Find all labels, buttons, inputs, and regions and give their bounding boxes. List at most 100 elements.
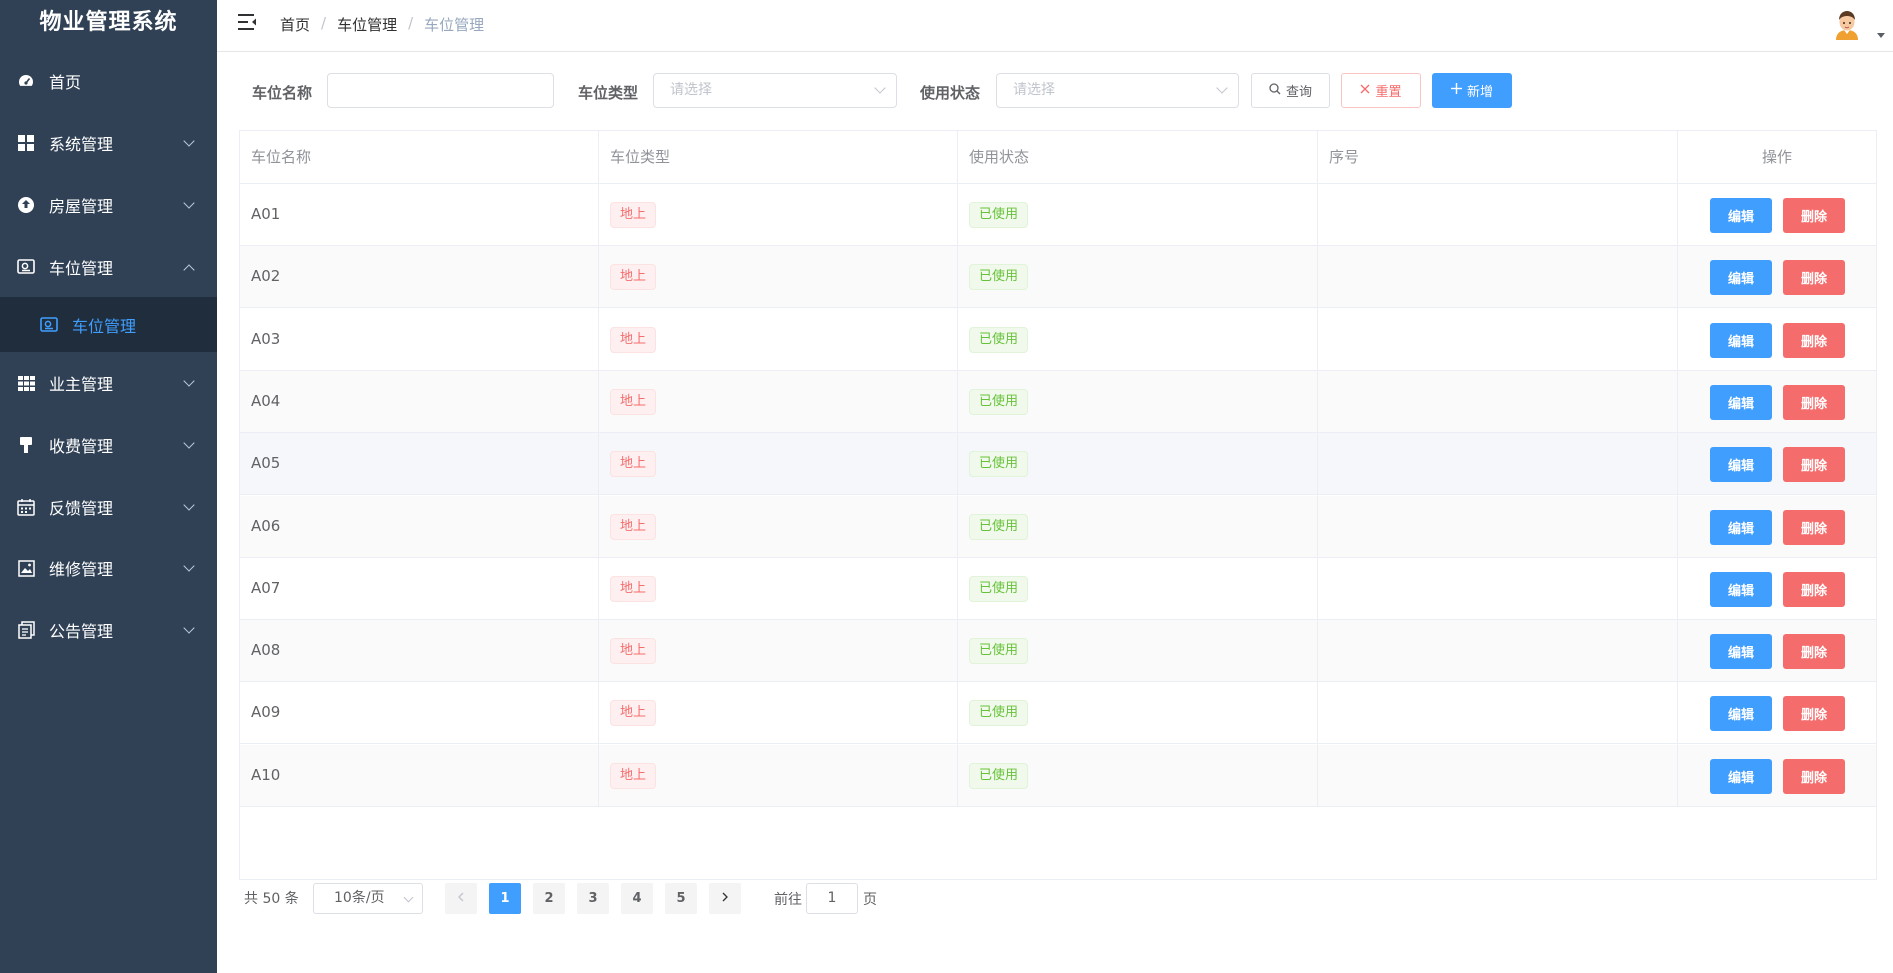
sidebar-item-system[interactable]: 系统管理 [0,115,217,171]
chevron-up-icon [183,264,195,276]
edit-button[interactable]: 编辑 [1710,260,1772,296]
breadcrumb: 首页 / 车位管理 / 车位管理 [280,14,484,35]
breadcrumb-item-parking[interactable]: 车位管理 [337,14,397,35]
column-header-actions: 操作 [1678,131,1876,184]
cell-parking-name: A05 [251,454,281,473]
type-tag: 地上 [610,638,657,665]
chevron-down-icon [183,197,195,209]
edit-button[interactable]: 编辑 [1710,758,1772,794]
document-icon [17,621,35,639]
calendar-icon [17,498,35,516]
cell-parking-name: A08 [251,641,281,660]
reset-button-label: 重置 [1375,85,1402,100]
column-divider [1677,131,1678,807]
dashboard-icon [17,72,35,90]
edit-button[interactable]: 编辑 [1710,696,1772,732]
delete-button[interactable]: 删除 [1783,384,1845,420]
house-icon [17,196,35,214]
menu-fold-icon[interactable] [237,13,257,31]
sidebar-item-fee[interactable]: 收费管理 [0,417,217,473]
edit-button[interactable]: 编辑 [1710,322,1772,358]
page-button-2[interactable]: 2 [533,883,565,914]
page-button-4[interactable]: 4 [621,883,653,914]
delete-button[interactable]: 删除 [1783,509,1845,545]
column-header-seq: 序号 [1318,131,1678,184]
parking-name-input[interactable] [327,73,554,108]
sidebar-item-home[interactable]: 首页 [0,53,217,109]
pagination-total: 共 50 条 [244,891,299,907]
status-tag: 已使用 [969,513,1029,540]
edit-button[interactable]: 编辑 [1710,198,1772,233]
add-button-label: 新增 [1466,85,1493,100]
type-tag: 地上 [610,700,657,727]
delete-button[interactable]: 删除 [1783,447,1845,483]
sidebar-item-feedback[interactable]: 反馈管理 [0,479,217,535]
page-button-1[interactable]: 1 [489,883,521,914]
delete-button[interactable]: 删除 [1783,696,1845,732]
filter-name-label: 车位名称 [252,84,313,102]
sidebar-item-notice[interactable]: 公告管理 [0,602,217,658]
sidebar-item-label: 车位管理 [49,259,114,278]
breadcrumb-item-home[interactable]: 首页 [280,14,310,35]
cell-parking-name: A10 [251,765,281,784]
cell-parking-name: A07 [251,578,281,597]
delete-button[interactable]: 删除 [1783,758,1845,794]
add-button[interactable]: 新增 [1432,73,1512,108]
column-header-status: 使用状态 [958,131,1318,184]
next-page-button[interactable] [709,883,741,914]
sidebar-item-repair[interactable]: 维修管理 [0,540,217,596]
select-placeholder: 请选择 [670,82,712,98]
table-row: A01 地上 已使用 编辑 删除 [240,184,1876,246]
delete-button[interactable]: 删除 [1783,198,1845,233]
status-tag: 已使用 [969,388,1029,415]
status-tag: 已使用 [969,326,1029,353]
sidebar-item-owner[interactable]: 业主管理 [0,355,217,411]
edit-button[interactable]: 编辑 [1710,571,1772,607]
sidebar-item-parking[interactable]: 车位管理 [0,239,217,295]
cell-parking-name: A03 [251,329,281,348]
plus-icon [1450,83,1462,98]
sidebar-subitem-parking[interactable]: 车位管理 [0,297,217,352]
sidebar: 物业管理系统 首页 系统管理 房屋管理 车位管理 车位管理 业主管理 收费管理 … [0,0,217,973]
query-button[interactable]: 查询 [1251,73,1330,108]
delete-button[interactable]: 删除 [1783,260,1845,296]
edit-button[interactable]: 编辑 [1710,384,1772,420]
parking-type-select[interactable]: 请选择 [653,73,897,108]
prev-page-button[interactable] [445,883,477,914]
delete-button[interactable]: 删除 [1783,634,1845,670]
edit-button[interactable]: 编辑 [1710,509,1772,545]
breadcrumb-separator: / [408,14,414,32]
app-title: 物业管理系统 [39,10,178,35]
type-tag: 地上 [610,575,657,602]
chevron-down-icon [403,892,414,903]
caret-down-icon[interactable] [1877,33,1885,38]
page-size-select[interactable]: 10条/页 [313,883,423,914]
table-row: A02 地上 已使用 编辑 删除 [240,246,1876,309]
page-button-5[interactable]: 5 [665,883,697,914]
table-row: A07 地上 已使用 编辑 删除 [240,558,1876,620]
avatar[interactable] [1831,8,1863,40]
edit-button[interactable]: 编辑 [1710,634,1772,670]
filter-status-label: 使用状态 [920,84,981,102]
sidebar-subitem-label: 车位管理 [72,316,137,336]
sidebar-item-house[interactable]: 房屋管理 [0,177,217,233]
delete-button[interactable]: 删除 [1783,322,1845,358]
cell-parking-name: A06 [251,516,281,535]
navbar: 首页 / 车位管理 / 车位管理 [217,0,1893,52]
sidebar-item-label: 房屋管理 [49,197,114,216]
table-row: A05 地上 已使用 编辑 删除 [240,433,1876,496]
usage-status-select[interactable]: 请选择 [996,73,1239,108]
status-tag: 已使用 [969,575,1029,602]
column-divider [1317,131,1318,807]
type-tag: 地上 [610,264,657,291]
delete-button[interactable]: 删除 [1783,571,1845,607]
column-header-type: 车位类型 [599,131,958,184]
reset-button[interactable]: 重置 [1341,73,1421,108]
chevron-down-icon [183,375,195,387]
edit-button[interactable]: 编辑 [1710,447,1772,483]
page-button-3[interactable]: 3 [577,883,609,914]
chevron-left-icon [457,891,465,906]
grid-icon [17,134,35,152]
goto-page-input[interactable]: 1 [806,883,858,914]
brush-icon [17,436,35,454]
